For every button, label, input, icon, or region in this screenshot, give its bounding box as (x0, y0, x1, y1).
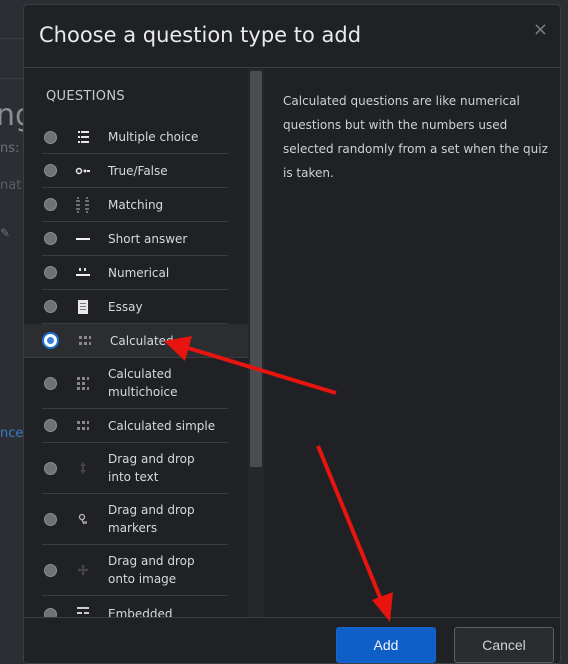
radio-button[interactable] (44, 164, 57, 177)
calculated-multichoice-icon (77, 377, 89, 390)
pencil-icon: ✎ (0, 226, 11, 240)
radio-button[interactable] (44, 130, 57, 144)
question-type-multiple-choice[interactable]: Multiple choice (42, 121, 228, 154)
radio-button[interactable] (44, 376, 57, 390)
close-icon[interactable]: × (533, 19, 548, 40)
radio-button[interactable] (44, 300, 57, 313)
background-divider (0, 78, 24, 79)
question-type-short-answer[interactable]: Short answer (42, 222, 228, 256)
radio-button[interactable] (44, 232, 57, 245)
true-false-icon (75, 167, 90, 174)
question-type-label: Multiple choice (108, 130, 199, 144)
question-type-label: True/False (108, 163, 168, 178)
question-type-description: Calculated questions are like numerical … (283, 94, 548, 180)
question-type-true-false[interactable]: True/False (42, 154, 228, 188)
question-type-label: Short answer (108, 231, 188, 246)
question-type-calculated[interactable]: Calculated (24, 324, 248, 358)
background-link-fragment: nce (0, 426, 24, 441)
question-type-label: Numerical (108, 265, 170, 280)
drag-drop-markers-icon (78, 513, 87, 525)
numerical-icon (76, 267, 90, 276)
add-button[interactable]: Add (336, 627, 436, 663)
calculated-simple-icon (77, 420, 89, 430)
question-type-label: Calculated multichoice (108, 367, 178, 399)
radio-button[interactable] (44, 512, 57, 526)
question-type-label: Drag and drop onto image (108, 554, 195, 586)
radio-button[interactable] (44, 266, 57, 279)
question-type-drag-drop-text[interactable]: Drag and drop into text (42, 443, 228, 494)
question-type-matching[interactable]: Matching (42, 188, 228, 222)
question-type-calculated-multichoice[interactable]: Calculated multichoice (42, 358, 228, 409)
question-type-label: Calculated (110, 333, 174, 348)
dialog-header: Choose a question type to add × (24, 5, 560, 68)
radio-button[interactable] (44, 198, 57, 211)
question-type-label: Essay (108, 299, 143, 314)
question-type-drag-drop-image[interactable]: Drag and drop onto image (42, 545, 228, 596)
calculated-icon (79, 335, 91, 345)
question-type-label: Matching (108, 197, 164, 212)
dialog-footer: Add Cancel (24, 617, 560, 663)
cancel-button[interactable]: Cancel (454, 627, 554, 663)
question-type-label: Calculated simple (108, 418, 216, 433)
matching-icon (76, 197, 89, 212)
drag-drop-image-icon (77, 564, 89, 576)
description-pane: Calculated questions are like numerical … (265, 69, 560, 619)
background-divider (0, 38, 24, 39)
question-type-label: Drag and drop markers (108, 503, 195, 535)
question-type-list: Multiple choice True/False Matching Shor… (24, 121, 248, 636)
question-type-numerical[interactable]: Numerical (42, 256, 228, 290)
question-type-calculated-simple[interactable]: Calculated simple (42, 409, 228, 443)
question-type-label: Drag and drop into text (108, 452, 195, 484)
multiple-choice-icon (78, 131, 89, 143)
dialog-title: Choose a question type to add (39, 23, 362, 47)
radio-button[interactable] (44, 419, 57, 432)
question-type-dialog: Choose a question type to add × QUESTION… (23, 4, 561, 664)
question-type-essay[interactable]: Essay (42, 290, 228, 324)
question-type-drag-drop-markers[interactable]: Drag and drop markers (42, 494, 228, 545)
radio-button[interactable] (44, 461, 57, 475)
drag-drop-text-icon (80, 462, 86, 474)
essay-icon (78, 299, 88, 314)
background-text-fragment: nat (0, 178, 22, 193)
list-scrollbar-thumb[interactable] (250, 71, 262, 467)
radio-button[interactable] (44, 563, 57, 577)
short-answer-icon (76, 237, 90, 240)
radio-button-selected[interactable] (42, 332, 59, 349)
